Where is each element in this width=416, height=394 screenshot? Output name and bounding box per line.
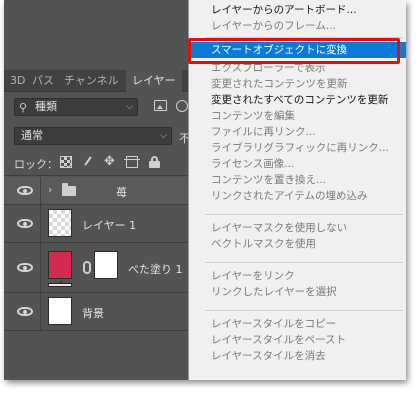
chevron-down-icon: ⌵ bbox=[126, 102, 133, 112]
layer-thumbnail bbox=[48, 297, 72, 325]
blend-mode-row: 通常 ⌵ 不 bbox=[4, 122, 190, 150]
menu-item-select-linked-layers[interactable]: リンクしたレイヤーを選択 bbox=[189, 284, 406, 300]
lock-pixels-brush-icon[interactable] bbox=[82, 156, 94, 168]
chevron-right-icon[interactable]: › bbox=[48, 183, 52, 196]
layer-name: レイヤー 1 bbox=[82, 219, 137, 232]
menu-item-clear-layer-style[interactable]: レイヤースタイルを消去 bbox=[189, 348, 406, 364]
screenshot-frame: 3D パス チャンネル レイヤー ⚲ 種類 ⌵ 通常 ⌵ 不 ロック： ✥ › … bbox=[4, 0, 406, 380]
lock-all-icon[interactable] bbox=[149, 156, 161, 168]
visibility-eye-icon[interactable] bbox=[17, 307, 33, 316]
annotation-highlight-box bbox=[188, 38, 400, 64]
tab-channels[interactable]: チャンネル bbox=[58, 70, 125, 92]
fill-color-thumbnail[interactable] bbox=[48, 251, 72, 279]
blend-mode-dropdown[interactable]: 通常 ⌵ bbox=[14, 127, 172, 145]
lock-label: ロック： bbox=[14, 158, 58, 171]
menu-separator bbox=[205, 214, 403, 215]
menu-item-frame-from-layers[interactable]: レイヤーからのフレーム... bbox=[189, 18, 406, 34]
layers-list: › 苺 レイヤー 1 べた塗り 1 背景 bbox=[4, 177, 188, 331]
filter-kind-dropdown[interactable]: ⚲ 種類 ⌵ bbox=[14, 98, 138, 116]
chevron-down-icon: ⌵ bbox=[160, 131, 167, 141]
layer-row-transparent[interactable]: レイヤー 1 bbox=[4, 205, 188, 243]
visibility-eye-icon[interactable] bbox=[17, 186, 33, 195]
menu-item-paste-layer-style[interactable]: レイヤースタイルをペースト bbox=[189, 332, 406, 348]
menu-item-embed-linked[interactable]: リンクされたアイテムの埋め込み bbox=[189, 188, 406, 204]
filter-kind-value: 種類 bbox=[35, 100, 57, 113]
layer-filter-row: ⚲ 種類 ⌵ bbox=[4, 92, 188, 122]
layer-thumbnail bbox=[48, 209, 72, 237]
menu-separator bbox=[205, 310, 403, 311]
layer-name: 背景 bbox=[82, 307, 104, 320]
adjustment-layer-filter-icon[interactable] bbox=[176, 100, 188, 112]
menu-item-update-modified-content[interactable]: 変更されたコンテンツを更新 bbox=[189, 76, 406, 92]
link-chain-icon[interactable] bbox=[83, 261, 91, 274]
lock-position-move-icon[interactable]: ✥ bbox=[104, 155, 116, 168]
menu-item-enable-vector-mask[interactable]: ベクトルマスクを使用 bbox=[189, 236, 406, 252]
menu-item-relink-to-file[interactable]: ファイルに再リンク... bbox=[189, 124, 406, 140]
visibility-eye-icon[interactable] bbox=[17, 263, 33, 272]
menu-item-update-all-modified-content[interactable]: 変更されたすべてのコンテンツを更新 bbox=[189, 92, 406, 108]
tab-layers[interactable]: レイヤー bbox=[126, 70, 182, 92]
blend-mode-value: 通常 bbox=[21, 129, 43, 142]
menu-item-link-layers[interactable]: レイヤーをリンク bbox=[189, 268, 406, 284]
search-icon: ⚲ bbox=[19, 101, 28, 114]
lock-transparency-icon[interactable] bbox=[60, 156, 72, 168]
layer-mask-thumbnail[interactable] bbox=[94, 251, 118, 279]
menu-item-replace-contents[interactable]: コンテンツを置き換え... bbox=[189, 172, 406, 188]
layer-row-background[interactable]: 背景 bbox=[4, 293, 188, 331]
menu-item-edit-contents[interactable]: コンテンツを編集 bbox=[189, 108, 406, 124]
layer-name: 苺 bbox=[116, 186, 127, 199]
panel-top-area bbox=[4, 0, 188, 70]
folder-icon bbox=[62, 183, 76, 196]
layer-name: べた塗り 1 bbox=[128, 263, 183, 276]
pixel-layer-filter-icon[interactable] bbox=[154, 100, 167, 111]
menu-item-copy-layer-style[interactable]: レイヤースタイルをコピー bbox=[189, 316, 406, 332]
tab-paths[interactable]: パス bbox=[26, 70, 60, 92]
layer-row-group[interactable]: › 苺 bbox=[4, 177, 188, 205]
panel-tab-bar: 3D パス チャンネル レイヤー bbox=[4, 70, 188, 92]
menu-item-relink-to-library-graphic[interactable]: ライブラリグラフィックに再リンク... bbox=[189, 140, 406, 156]
visibility-eye-icon[interactable] bbox=[17, 219, 33, 228]
fill-type-indicator bbox=[48, 281, 72, 287]
menu-separator bbox=[205, 262, 403, 263]
layer-row-fill[interactable]: べた塗り 1 bbox=[4, 243, 188, 293]
menu-item-artboard-from-layers[interactable]: レイヤーからのアートボード... bbox=[189, 2, 406, 18]
menu-item-disable-layer-mask[interactable]: レイヤーマスクを使用しない bbox=[189, 220, 406, 236]
menu-item-license-image[interactable]: ライセンス画像... bbox=[189, 156, 406, 172]
lock-artboard-icon[interactable] bbox=[124, 156, 140, 168]
lock-row: ロック： ✥ bbox=[4, 150, 188, 176]
